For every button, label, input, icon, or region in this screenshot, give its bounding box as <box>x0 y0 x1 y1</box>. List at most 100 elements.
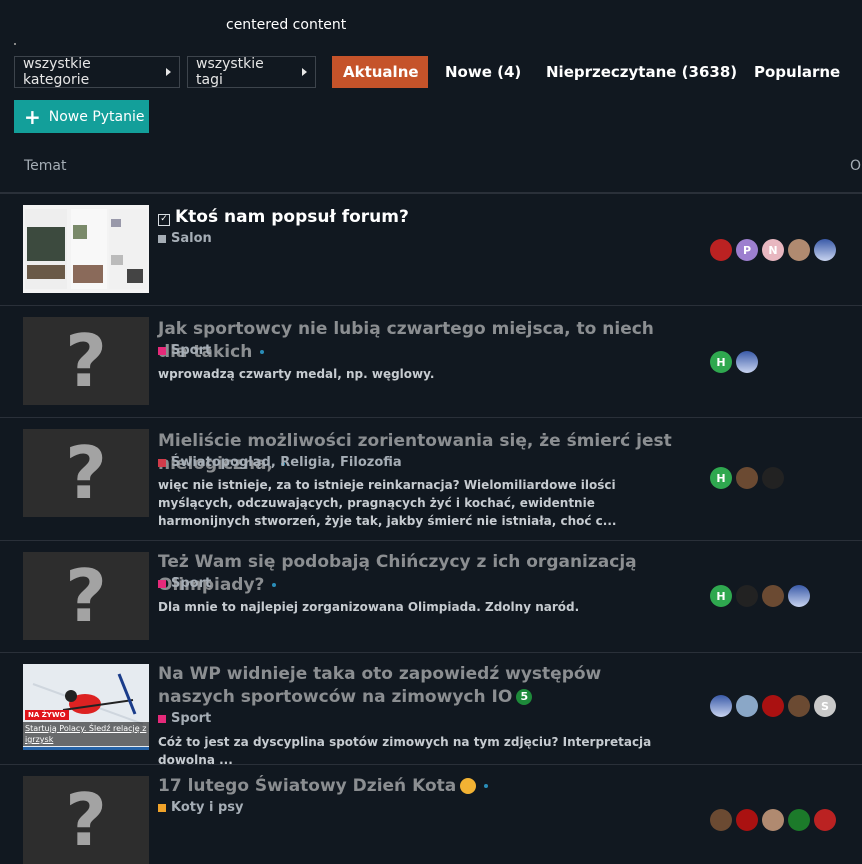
live-label: NA ŻYWO <box>25 710 69 720</box>
avatar[interactable] <box>736 467 758 489</box>
category-label: Koty i psy <box>171 800 244 815</box>
checkbox-icon: ✓ <box>158 214 170 226</box>
topic-thumbnail[interactable]: NA ŻYWO Startują Polacy. Śledź relację z… <box>23 664 149 750</box>
topic-title-text: Jak sportowcy nie lubią czwartego miejsc… <box>158 319 654 362</box>
avatar[interactable] <box>736 585 758 607</box>
topic-title-link[interactable]: Na WP widnieje taka oto zapowiedź występ… <box>158 663 638 709</box>
column-header-topic: Temat <box>24 158 67 174</box>
tags-dropdown[interactable]: wszystkie tagi <box>187 56 316 88</box>
topic-title-link[interactable]: Też Wam się podobają Chińczycy z ich org… <box>158 551 678 597</box>
topic-category[interactable]: Salon <box>158 231 212 246</box>
tab-nieprzeczytane[interactable]: Nieprzeczytane (3638) <box>535 56 748 88</box>
topic-title-link[interactable]: ✓ Ktoś nam popsuł forum? <box>158 206 678 229</box>
avatar[interactable] <box>736 351 758 373</box>
topic-thumbnail[interactable] <box>23 205 149 293</box>
avatar[interactable] <box>710 695 732 717</box>
topic-excerpt: Cóż to jest za dyscyplina spotów zimowyc… <box>158 735 652 767</box>
posters-avatars: H <box>710 585 814 607</box>
categories-dropdown-label: wszystkie kategorie <box>23 56 91 88</box>
posters-avatars: H <box>710 467 788 489</box>
topic-category[interactable]: Sport <box>158 711 211 726</box>
topic-row[interactable]: ✓ Ktoś nam popsuł forum? Salon P N <box>0 194 862 306</box>
topic-row[interactable]: ? Też Wam się podobają Chińczycy z ich o… <box>0 541 862 653</box>
question-mark-icon: ? <box>65 319 107 403</box>
unread-dot-icon <box>260 350 265 354</box>
avatar[interactable] <box>788 585 810 607</box>
avatar[interactable] <box>814 809 836 831</box>
avatar[interactable] <box>736 695 758 717</box>
topic-title-link[interactable]: Jak sportowcy nie lubią czwartego miejsc… <box>158 318 678 364</box>
decorative-dot <box>14 43 16 45</box>
topic-excerpt: Dla mnie to najlepiej zorganizowana Olim… <box>158 600 580 614</box>
posters-avatars: H <box>710 351 762 373</box>
avatar[interactable]: H <box>710 585 732 607</box>
categories-dropdown[interactable]: wszystkie kategorie <box>14 56 180 88</box>
tab-nowe[interactable]: Nowe (4) <box>434 56 532 88</box>
category-color-swatch <box>158 346 166 355</box>
caret-right-icon <box>166 68 171 76</box>
question-mark-icon: ? <box>65 778 107 862</box>
question-mark-icon: ? <box>65 431 107 515</box>
topic-excerpt: więc nie istnieje, za to istnieje reinka… <box>158 478 617 528</box>
category-label: Światopogląd, Religia, Filozofia <box>171 455 402 470</box>
topic-row[interactable]: ? 17 lutego Światowy Dzień Kota Koty i p… <box>0 765 862 864</box>
topic-title-link[interactable]: 17 lutego Światowy Dzień Kota <box>158 775 678 798</box>
category-color-swatch <box>158 579 166 588</box>
avatar[interactable] <box>710 239 732 261</box>
category-label: Salon <box>171 231 212 246</box>
avatar[interactable] <box>762 467 784 489</box>
tab-aktualne[interactable]: Aktualne <box>332 56 428 88</box>
topic-thumbnail[interactable]: ? <box>23 552 149 640</box>
posters-avatars: S <box>710 695 840 717</box>
topic-filter-bar: wszystkie kategorie wszystkie tagi Aktua… <box>14 56 862 90</box>
avatar[interactable] <box>710 809 732 831</box>
topic-category[interactable]: Sport <box>158 343 211 358</box>
cat-emoji-icon <box>460 778 477 794</box>
tags-dropdown-label: wszystkie tagi <box>196 56 264 88</box>
avatar[interactable]: H <box>710 351 732 373</box>
category-color-swatch <box>158 714 166 723</box>
thumbnail-caption: Startują Polacy. Śledź relację z igrzysk <box>23 722 149 746</box>
avatar[interactable] <box>788 239 810 261</box>
category-label: Sport <box>171 711 212 726</box>
unread-dot-icon <box>272 583 277 587</box>
category-color-swatch <box>158 234 166 243</box>
topic-thumbnail[interactable]: ? <box>23 317 149 405</box>
page-caption: centered content <box>226 17 347 33</box>
topic-category[interactable]: Światopogląd, Religia, Filozofia <box>158 455 402 470</box>
topic-thumbnail[interactable]: ? <box>23 429 149 517</box>
avatar[interactable] <box>762 695 784 717</box>
new-question-button[interactable]: + Nowe Pytanie <box>14 100 149 133</box>
question-mark-icon: ? <box>65 554 107 638</box>
new-question-label: Nowe Pytanie <box>48 108 145 125</box>
tab-popularne[interactable]: Popularne <box>743 56 851 88</box>
unread-dot-icon <box>484 784 489 788</box>
plus-icon: + <box>24 104 41 129</box>
caret-right-icon <box>302 68 307 76</box>
category-color-swatch <box>158 803 166 812</box>
avatar[interactable] <box>762 809 784 831</box>
avatar[interactable] <box>762 585 784 607</box>
avatar[interactable] <box>788 695 810 717</box>
topic-row[interactable]: NA ŻYWO Startują Polacy. Śledź relację z… <box>0 653 862 767</box>
avatar[interactable]: S <box>814 695 836 717</box>
topic-row[interactable]: ? Mieliście możliwości zorientowania się… <box>0 418 862 541</box>
topic-category[interactable]: Koty i psy <box>158 800 244 815</box>
avatar[interactable]: H <box>710 467 732 489</box>
avatar[interactable]: N <box>762 239 784 261</box>
topic-row[interactable]: ? Jak sportowcy nie lubią czwartego miej… <box>0 306 862 418</box>
screenshot-thumbnail-image <box>25 209 147 289</box>
avatar[interactable]: P <box>736 239 758 261</box>
column-header-other: O <box>850 158 862 174</box>
avatar[interactable] <box>788 809 810 831</box>
topic-thumbnail[interactable]: ? <box>23 776 149 864</box>
unread-count-badge: 5 <box>516 689 533 705</box>
topic-title-text: Ktoś nam popsuł forum? <box>175 207 409 227</box>
category-label: Sport <box>171 343 212 358</box>
avatar[interactable] <box>736 809 758 831</box>
topic-category[interactable]: Sport <box>158 576 211 591</box>
avatar[interactable] <box>814 239 836 261</box>
topic-title-text: Na WP widnieje taka oto zapowiedź występ… <box>158 664 602 707</box>
topic-title-text: Też Wam się podobają Chińczycy z ich org… <box>158 552 637 595</box>
category-color-swatch <box>158 458 166 467</box>
